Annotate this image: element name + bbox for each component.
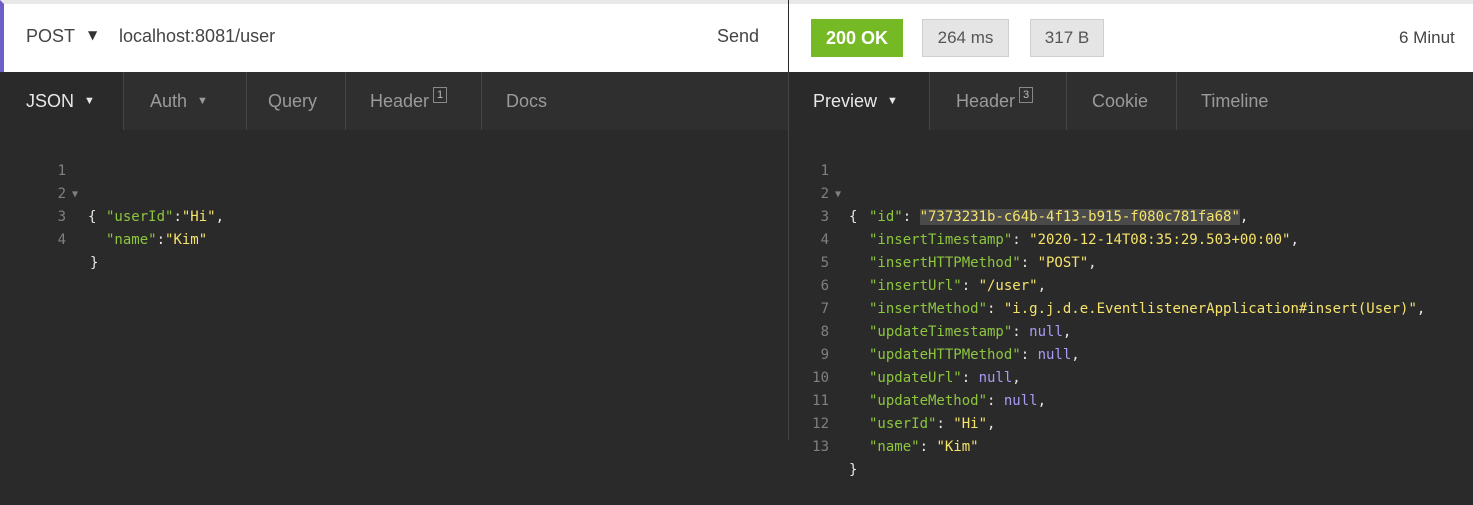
tab-preview[interactable]: Preview ▼ (789, 72, 930, 130)
tab-timeline[interactable]: Timeline (1177, 72, 1297, 130)
tab-label: Header (956, 90, 1016, 111)
code-line: 3 "name":"Kim" (0, 183, 788, 248)
chevron-down-icon: ▼ (197, 95, 208, 107)
line-number: 4 (57, 232, 66, 248)
tab-label: Preview (813, 90, 878, 111)
tab-query[interactable]: Query (247, 72, 346, 130)
code-text: } (849, 462, 858, 478)
response-status-bar: 200 OK 264 ms 317 B 6 Minut (789, 0, 1473, 72)
send-button[interactable]: Send (717, 26, 759, 47)
chevron-down-icon[interactable]: ▼ (88, 28, 97, 42)
code-line: 5 "insertUrl": "/user", (789, 229, 1473, 294)
code-line: 1 ▼ { (789, 137, 1473, 225)
code-line: 11 "userId": "Hi", (789, 367, 1473, 432)
json-key: "name" (106, 232, 157, 248)
code-line: 2 "id": "7373231b-c64b-4f13-b915-f080c78… (789, 160, 1473, 225)
tab-cookie[interactable]: Cookie (1067, 72, 1177, 130)
status-badge: 200 OK (811, 19, 903, 57)
json-value: "Kim" (936, 439, 979, 455)
header-count-badge: 1 (433, 87, 448, 103)
code-line: 12 "name": "Kim" (789, 390, 1473, 455)
code-line: 10 "updateMethod": null, (789, 344, 1473, 409)
code-line: 13 } (789, 413, 1473, 478)
code-line: 6 "insertMethod": "i.g.j.d.e.Eventlisten… (789, 252, 1473, 317)
tab-label: Query (268, 90, 318, 111)
code-line: 3 "insertTimestamp": "2020-12-14T08:35:2… (789, 183, 1473, 248)
method-selector[interactable]: POST (26, 26, 75, 47)
tab-label: Header (370, 90, 430, 111)
response-age[interactable]: 6 Minut (1399, 28, 1455, 48)
code-line: 8 "updateHTTPMethod": null, (789, 298, 1473, 363)
code-line: 9 "updateUrl": null, (789, 321, 1473, 386)
chevron-down-icon: ▼ (887, 95, 898, 107)
request-tabs: JSON ▼ Auth ▼ Query Header 1 Docs (0, 72, 788, 130)
code-text: } (90, 255, 99, 271)
json-value: "Kim" (165, 232, 208, 248)
code-line: 2 "userId":"Hi", (0, 160, 788, 225)
tab-header[interactable]: Header 1 (346, 72, 482, 130)
chevron-down-icon: ▼ (84, 95, 95, 107)
code-line: 1 ▼ { (0, 137, 788, 225)
tab-auth[interactable]: Auth ▼ (124, 72, 247, 130)
code-line: 7 "updateTimestamp": null, (789, 275, 1473, 340)
response-time-badge: 264 ms (922, 19, 1009, 57)
tab-label: Docs (506, 90, 548, 111)
tab-label: Auth (150, 90, 188, 111)
tab-label: Cookie (1092, 90, 1149, 111)
tab-response-header[interactable]: Header 3 (930, 72, 1067, 130)
response-tabs: Preview ▼ Header 3 Cookie Timeline (789, 72, 1473, 130)
line-number: 13 (812, 439, 829, 455)
header-count-badge: 3 (1019, 87, 1034, 103)
tab-json[interactable]: JSON ▼ (0, 72, 124, 130)
request-body-editor[interactable]: 1 ▼ { 2 "userId":"Hi", 3 "name":"Kim" 4 … (0, 137, 788, 271)
json-key: "name" (869, 439, 920, 455)
code-line: 4 "insertHTTPMethod": "POST", (789, 206, 1473, 271)
request-bar: POST ▼ localhost:8081/user Send (0, 0, 788, 72)
tab-label: JSON (26, 90, 75, 111)
code-line: 4 } (0, 206, 788, 271)
response-size-badge: 317 B (1030, 19, 1104, 57)
tab-label: Timeline (1201, 90, 1269, 111)
url-input[interactable]: localhost:8081/user (119, 26, 275, 47)
response-body-viewer[interactable]: 1 ▼ { 2 "id": "7373231b-c64b-4f13-b915-f… (789, 137, 1473, 478)
tab-docs[interactable]: Docs (482, 72, 582, 130)
